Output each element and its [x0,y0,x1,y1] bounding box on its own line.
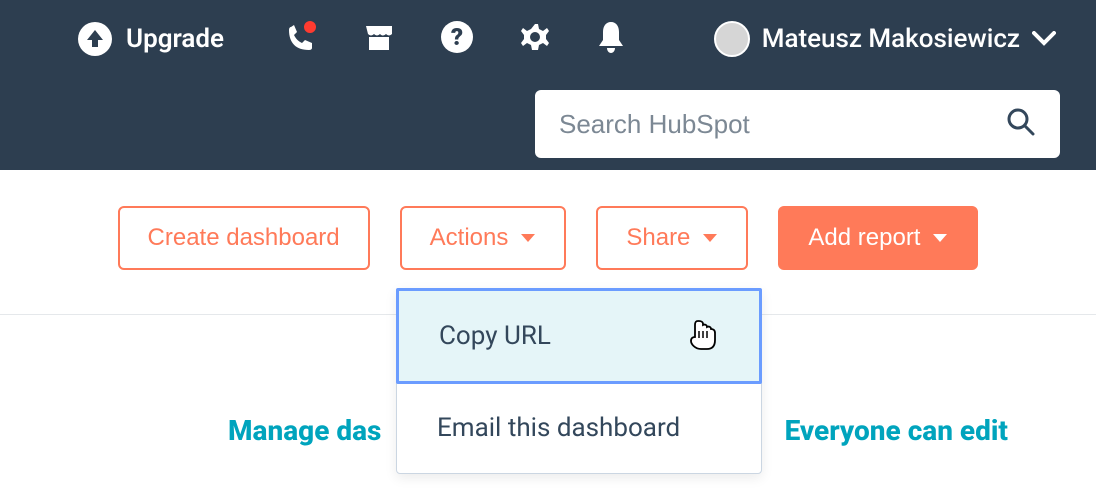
upgrade-icon [78,22,112,56]
phone-icon[interactable] [282,19,318,59]
help-icon[interactable]: ? [440,20,474,58]
top-nav: Upgrade ? Mateusz Makosiewicz [0,0,1096,78]
everyone-can-edit-link[interactable]: Everyone can edit [785,414,1008,447]
notifications-icon[interactable] [596,20,626,58]
user-menu[interactable]: Mateusz Makosiewicz [714,21,1056,57]
actions-button[interactable]: Actions [400,206,567,270]
add-report-label: Add report [808,224,920,252]
cursor-pointer-icon [689,319,717,358]
search-icon [1006,107,1036,141]
add-report-button[interactable]: Add report [778,206,978,270]
copy-url-label: Copy URL [439,321,551,351]
search-box[interactable] [535,90,1060,158]
search-input[interactable] [559,109,1006,140]
create-dashboard-label: Create dashboard [148,224,340,252]
create-dashboard-button[interactable]: Create dashboard [118,206,370,270]
share-button[interactable]: Share [596,206,748,270]
caret-down-icon [702,224,718,252]
upgrade-button[interactable]: Upgrade [78,22,224,56]
share-menu-email-dashboard[interactable]: Email this dashboard [397,383,761,473]
marketplace-icon[interactable] [362,20,396,58]
chevron-down-icon [1032,24,1056,54]
svg-text:?: ? [451,23,463,51]
nav-icons-group: ? [282,19,626,59]
upgrade-label: Upgrade [126,24,224,54]
email-dashboard-label: Email this dashboard [437,413,680,443]
settings-icon[interactable] [518,20,552,58]
user-name-label: Mateusz Makosiewicz [762,24,1020,54]
caret-down-icon [932,224,948,252]
share-menu-copy-url[interactable]: Copy URL [396,288,762,384]
caret-down-icon [520,224,536,252]
manage-dashboards-link[interactable]: Manage das [228,414,381,447]
share-label: Share [626,224,690,252]
sub-nav [0,78,1096,170]
actions-label: Actions [430,224,509,252]
avatar-icon [714,21,750,57]
share-dropdown: Copy URL Email this dashboard [396,288,762,474]
